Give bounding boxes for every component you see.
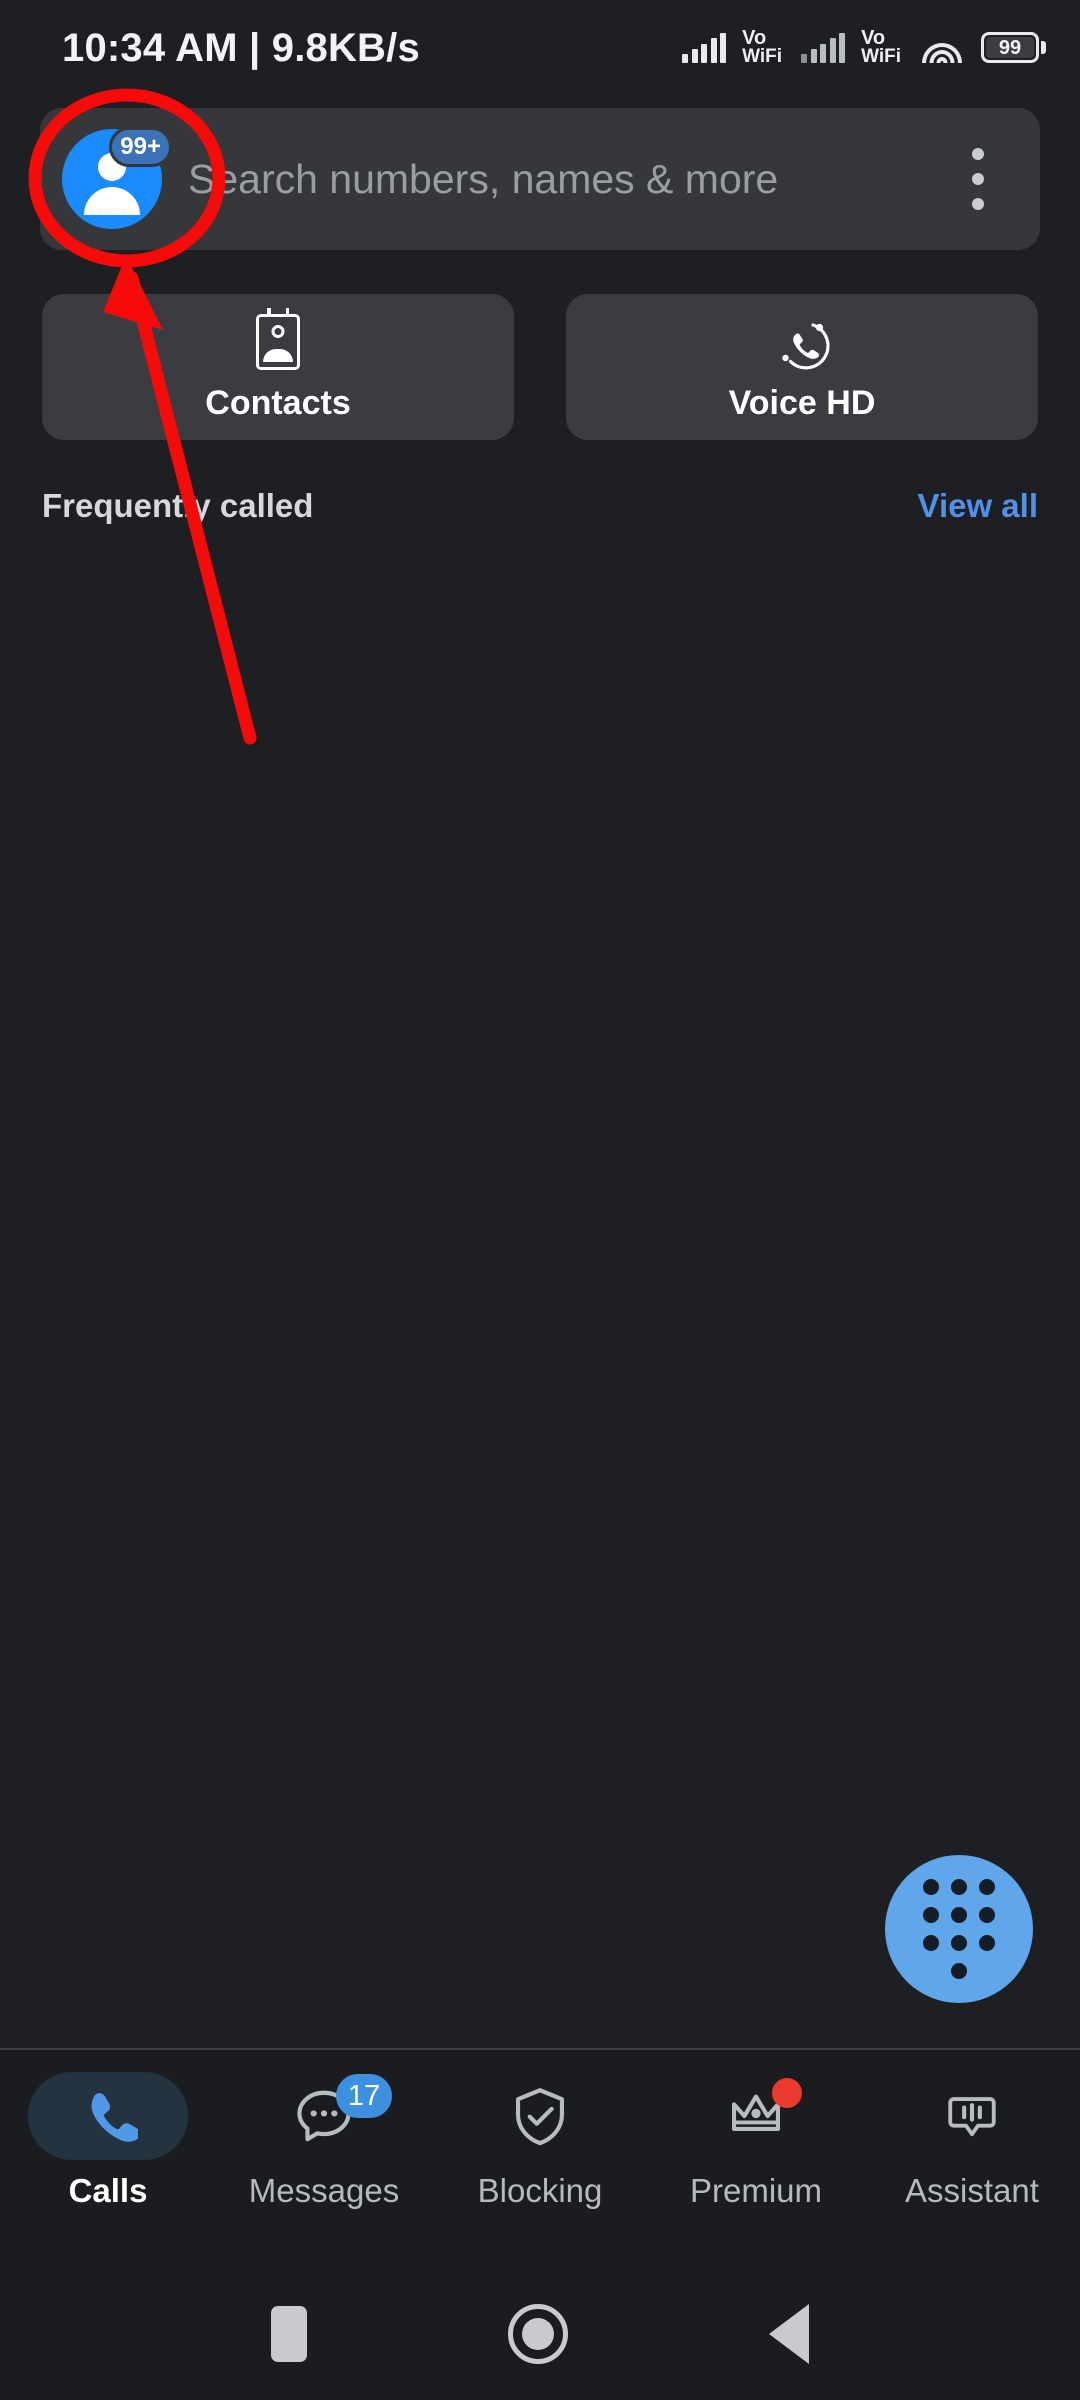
nav-item-calls[interactable]: Calls: [0, 2050, 216, 2207]
signal-strength-sim1-icon: [682, 32, 727, 63]
nav-item-messages[interactable]: 17 Messages: [216, 2050, 432, 2207]
vowifi-sim2-line2: WiFi: [861, 46, 901, 68]
vowifi-sim1-line2: WiFi: [742, 46, 783, 68]
nav-label-messages: Messages: [248, 2172, 400, 2209]
premium-notification-dot: [772, 2078, 802, 2108]
contacts-card-label: Contacts: [205, 384, 351, 422]
bottom-navigation-bar: Calls 17 Messages Blocking Premium Assis…: [0, 2050, 1080, 2268]
android-navigation-bar: [0, 2268, 1080, 2400]
frequently-called-header: Frequently called View all: [42, 487, 1038, 525]
voice-hd-card-button[interactable]: Voice HD: [566, 294, 1038, 440]
frequently-called-title: Frequently called: [42, 487, 314, 524]
nav-label-premium: Premium: [689, 2172, 823, 2209]
nav-label-assistant: Assistant: [905, 2172, 1039, 2209]
nav-item-premium[interactable]: Premium: [648, 2050, 864, 2207]
view-all-link[interactable]: View all: [918, 487, 1038, 525]
vowifi-sim1-label: Vo WiFi: [742, 28, 783, 68]
vowifi-sim2-label: Vo WiFi: [861, 28, 901, 68]
dialpad-icon: [923, 1879, 995, 1979]
voice-hd-card-label: Voice HD: [728, 384, 876, 422]
battery-level-text: 99: [986, 37, 1034, 59]
back-icon[interactable]: [769, 2304, 810, 2364]
nav-item-blocking[interactable]: Blocking: [432, 2050, 648, 2207]
nav-label-calls: Calls: [68, 2172, 148, 2209]
battery-icon: 99: [981, 32, 1046, 64]
avatar-notification-badge: 99+: [109, 127, 172, 167]
wifi-icon: [922, 33, 962, 63]
shield-check-icon: [515, 2088, 565, 2146]
assistant-icon: [948, 2097, 996, 2137]
status-icons: Vo WiFi Vo WiFi 99: [682, 28, 1046, 68]
status-time-and-speed: 10:34 AM | 9.8KB/s: [62, 25, 420, 70]
contact-card-icon: [249, 308, 307, 372]
overflow-menu-icon[interactable]: [950, 131, 1006, 227]
recents-icon[interactable]: [270, 2306, 307, 2362]
home-icon[interactable]: [507, 2304, 568, 2364]
dialpad-fab-button[interactable]: [885, 1855, 1033, 2003]
search-input[interactable]: Search numbers, names & more: [188, 156, 950, 203]
status-bar: 10:34 AM | 9.8KB/s Vo WiFi Vo WiFi 99: [0, 0, 1080, 96]
contacts-card-button[interactable]: Contacts: [42, 294, 514, 440]
phone-icon: [91, 2093, 138, 2142]
voice-hd-icon: [773, 314, 831, 372]
profile-avatar-button[interactable]: 99+: [62, 127, 172, 229]
search-bar[interactable]: 99+ Search numbers, names & more: [40, 108, 1040, 250]
messages-badge: 17: [336, 2074, 392, 2118]
nav-label-blocking: Blocking: [477, 2172, 603, 2209]
quick-actions-row: Contacts Voice HD: [42, 294, 1038, 440]
nav-item-assistant[interactable]: Assistant: [864, 2050, 1080, 2207]
signal-strength-sim2-icon: [801, 32, 846, 63]
phone-screen: 10:34 AM | 9.8KB/s Vo WiFi Vo WiFi 99 99…: [0, 0, 1080, 2400]
